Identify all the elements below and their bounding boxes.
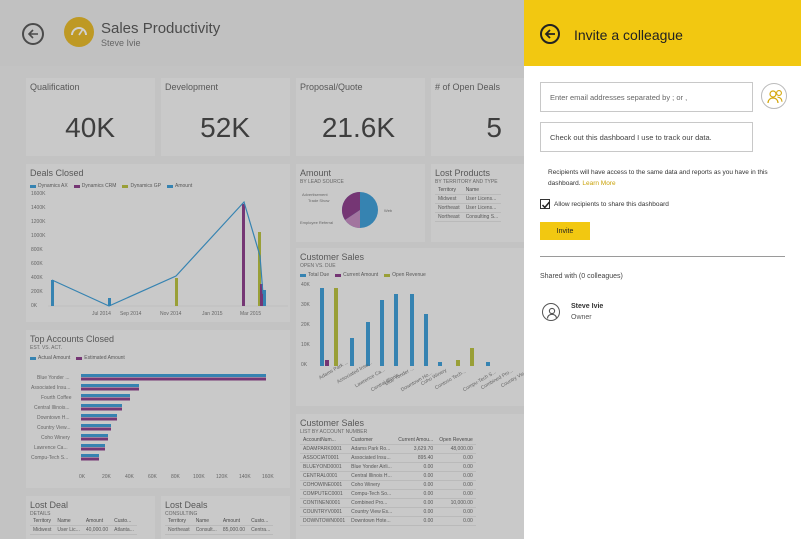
access-notice: Recipients will have access to the same … [548,167,783,189]
arrow-left-icon [544,29,555,39]
invite-button[interactable]: Invite [540,222,590,240]
user-icon [546,307,558,319]
people-picker-button[interactable] [761,83,787,109]
dashboard-canvas: Sales Productivity Steve Ivie Qualificat… [0,0,524,539]
divider [540,256,785,257]
avatar [542,303,560,321]
checkmark-icon [541,201,551,209]
shared-person-name: Steve Ivie [571,303,604,310]
shared-with-heading: Shared with (0 colleagues) [540,273,623,280]
people-icon [767,90,783,104]
message-input[interactable] [540,122,753,152]
email-addresses-input[interactable] [540,82,753,112]
notice-text: Recipients will have access to the same … [548,169,768,187]
shared-person-role: Owner [571,314,592,321]
invite-pane-title: Invite a colleague [574,27,683,43]
invite-pane: Invite a colleague Recipients will have … [524,0,801,539]
invite-back-button[interactable] [540,24,560,44]
invite-pane-header: Invite a colleague [524,0,801,66]
allow-share-label: Allow recipients to share this dashboard [554,200,669,208]
learn-more-link[interactable]: Learn More [582,180,615,187]
allow-share-checkbox[interactable] [540,199,551,209]
allow-share-option[interactable]: Allow recipients to share this dashboard [540,199,669,209]
modal-overlay[interactable] [0,0,524,539]
